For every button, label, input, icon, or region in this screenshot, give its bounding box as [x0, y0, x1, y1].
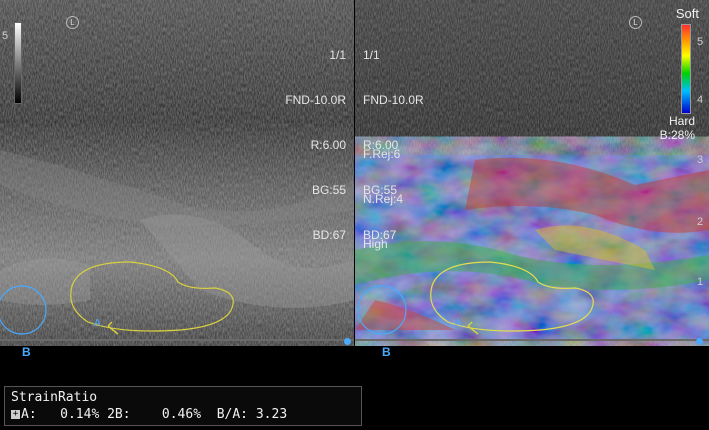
- scale-dot: [696, 338, 703, 345]
- elastography-panel: L 1/1 FND-10.0R R:6.00 BG:55 BD:67 F.Rej…: [355, 0, 709, 346]
- plus-icon[interactable]: +: [11, 410, 20, 419]
- grayscale-bar: [14, 22, 22, 104]
- ratio-label: B/A:: [216, 407, 249, 422]
- quality-level: High: [363, 237, 388, 251]
- frame-counter: 1/1: [329, 48, 346, 62]
- f-rej: F.Rej:6: [363, 147, 401, 161]
- roi-label-a: A: [455, 318, 462, 329]
- bottom-marker-b: B: [382, 345, 391, 359]
- rejection-params: F.Rej:6 N.Rej:4 High: [363, 117, 483, 282]
- a-label: A:: [21, 407, 37, 422]
- colorbar-tick: 5: [697, 36, 704, 48]
- n-rej: N.Rej:4: [363, 192, 404, 206]
- strain-colorbar: [681, 24, 691, 114]
- depth-tick: 2: [697, 216, 704, 228]
- scale-dot: [344, 338, 351, 345]
- bmode-panel: L 1/1 FND-10.0R R:6.00 BG:55 BD:67 5 A: [0, 0, 354, 346]
- bottom-marker-b: B: [22, 345, 31, 359]
- bg-value: BG:55: [311, 183, 346, 197]
- orientation-mark: L: [629, 16, 642, 29]
- probe-name: FND-10.0R: [285, 93, 346, 107]
- soft-label: Soft: [675, 6, 699, 21]
- r-value: R:6.00: [310, 138, 346, 152]
- a-value: 0.14%: [60, 407, 100, 422]
- strain-ratio-title: StrainRatio: [11, 390, 98, 405]
- frame-counter: 1/1: [363, 48, 380, 62]
- strain-ratio-values: + A: 0.14% 2B: 0.46% B/A: 3.23: [11, 406, 355, 423]
- roi-label-a: A: [94, 318, 101, 329]
- b-percentage: B:28%: [659, 128, 695, 142]
- colorbar-tick: 4: [697, 94, 704, 106]
- left-params: 1/1 FND-10.0R R:6.00 BG:55 BD:67: [226, 18, 346, 273]
- ratio-value: 3.23: [255, 407, 288, 422]
- depth-tick: 1: [697, 276, 704, 288]
- b-label: 2B:: [107, 407, 131, 422]
- b-value: 0.46%: [161, 407, 202, 422]
- strain-ratio-panel: StrainRatio + A: 0.14% 2B: 0.46% B/A: 3.2…: [4, 386, 362, 426]
- hard-label: Hard: [668, 114, 695, 128]
- depth-tick: 3: [697, 154, 704, 166]
- orientation-mark: L: [66, 16, 79, 29]
- ultrasound-frame: L 1/1 FND-10.0R R:6.00 BG:55 BD:67 5 A L…: [0, 0, 709, 430]
- bd-value: BD:67: [312, 228, 346, 242]
- probe-name: FND-10.0R: [363, 93, 424, 107]
- depth-tick: 5: [2, 30, 9, 42]
